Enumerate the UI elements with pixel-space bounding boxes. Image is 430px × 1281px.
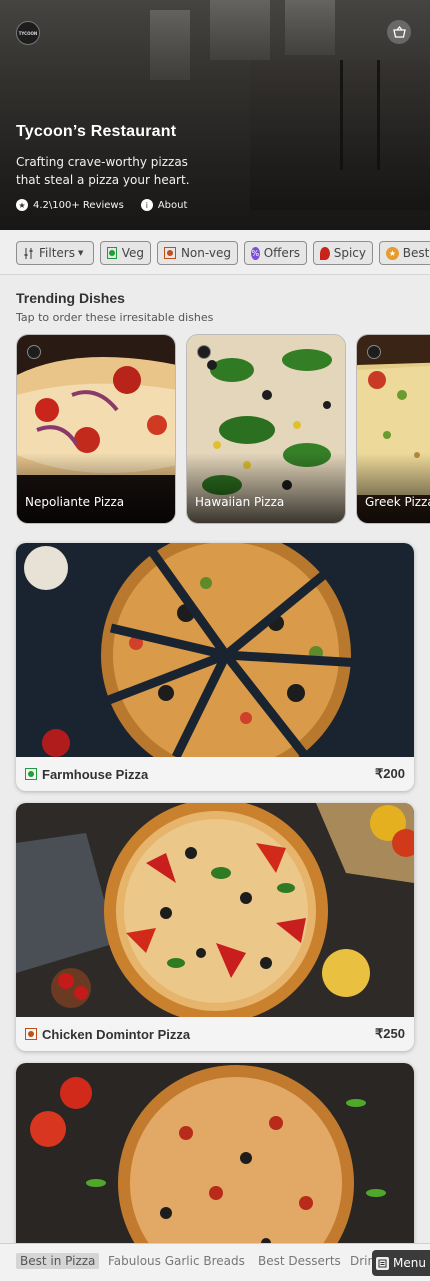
filter-bestseller[interactable]: ★ Bestseller <box>379 241 430 265</box>
offer-icon: % <box>251 246 260 260</box>
filter-bestseller-label: Bestseller <box>402 246 430 260</box>
product-name: Chicken Domintor Pizza <box>42 1026 191 1042</box>
farmhouse-pizza-image <box>16 543 414 757</box>
filter-nonveg[interactable]: Non-veg <box>157 241 238 265</box>
info-icon: i <box>140 199 153 211</box>
filter-nonveg-label: Non-veg <box>180 246 231 260</box>
restaurant-tagline: Crafting crave-worthy pizzas that steal … <box>16 155 190 187</box>
chicken-domintor-pizza-image <box>16 803 414 1017</box>
menu-button[interactable]: Menu <box>372 1250 430 1276</box>
menu-icon <box>376 1256 389 1270</box>
nonveg-icon <box>164 247 176 259</box>
restaurant-name: Tycoon’s Restaurant <box>16 123 177 140</box>
hero-banner: TYCOON Tycoon’s Restaurant Crafting crav… <box>0 0 430 230</box>
menu-label: Menu <box>393 1256 426 1270</box>
filter-spicy[interactable]: Spicy <box>313 241 373 265</box>
veg-icon <box>25 768 37 780</box>
cart-button[interactable] <box>387 20 411 44</box>
trending-section: Trending Dishes Tap to order these irres… <box>0 276 430 530</box>
product-price: ₹250 <box>375 1026 405 1041</box>
veg-icon <box>107 247 117 259</box>
badge-icon: ★ <box>386 246 399 260</box>
category-nav: Best in Pizza Fabulous Garlic Breads Bes… <box>0 1243 430 1281</box>
product-price: ₹200 <box>375 766 405 781</box>
filters-label: Filters <box>39 246 75 260</box>
category-tab[interactable]: Best Desserts <box>258 1254 341 1268</box>
trending-card[interactable]: Greek Pizza <box>356 334 430 524</box>
filter-offers[interactable]: % Offers <box>244 241 307 265</box>
nonveg-icon <box>25 1028 37 1040</box>
basket-icon <box>392 26 406 38</box>
restaurant-logo-mini <box>27 345 41 359</box>
filter-veg[interactable]: Veg <box>100 241 151 265</box>
product-image <box>16 803 414 1017</box>
about-link[interactable]: About <box>158 200 188 211</box>
trending-title: Trending Dishes <box>16 290 125 306</box>
sliders-icon <box>24 247 33 259</box>
chevron-down-icon: ▼ <box>77 249 84 257</box>
product-card[interactable]: Chicken Domintor Pizza ₹250 <box>16 803 414 1051</box>
product-image <box>16 543 414 757</box>
rating-text[interactable]: 4.2\100+ Reviews <box>33 200 124 211</box>
trending-card[interactable]: Nepoliante Pizza <box>16 334 176 524</box>
product-card[interactable]: Farmhouse Pizza ₹200 <box>16 543 414 791</box>
logo-text: TYCOON <box>18 30 38 36</box>
restaurant-logo-mini <box>367 345 381 359</box>
card-fade <box>187 453 345 523</box>
restaurant-meta: ★ 4.2\100+ Reviews i About <box>16 199 187 211</box>
card-fade <box>357 453 430 523</box>
restaurant-page: TYCOON Tycoon’s Restaurant Crafting crav… <box>0 0 430 1281</box>
star-icon: ★ <box>16 199 28 211</box>
category-tab[interactable]: Best in Pizza <box>16 1253 100 1269</box>
chili-icon <box>320 246 330 260</box>
card-fade <box>17 453 175 523</box>
filter-veg-label: Veg <box>121 246 144 260</box>
trending-subtitle: Tap to order these irresitable dishes <box>16 311 214 324</box>
restaurant-logo: TYCOON <box>16 21 40 45</box>
trending-item-name: Hawaiian Pizza <box>195 495 285 509</box>
product-name: Farmhouse Pizza <box>42 766 149 782</box>
category-tab[interactable]: Fabulous Garlic Breads <box>108 1254 245 1268</box>
filter-spicy-label: Spicy <box>333 246 366 260</box>
filters-button[interactable]: Filters ▼ <box>16 241 94 265</box>
restaurant-logo-mini <box>197 345 211 359</box>
trending-card[interactable]: Hawaiian Pizza <box>186 334 346 524</box>
hero-overlay <box>0 0 430 230</box>
filter-offers-label: Offers <box>263 246 300 260</box>
product-info: Chicken Domintor Pizza ₹250 <box>16 1017 414 1051</box>
filter-bar: Filters ▼ Veg Non-veg % Offers Spicy ★ B… <box>0 230 430 275</box>
trending-item-name: Greek Pizza <box>365 495 430 509</box>
trending-item-name: Nepoliante Pizza <box>25 495 125 509</box>
product-info: Farmhouse Pizza ₹200 <box>16 757 414 791</box>
